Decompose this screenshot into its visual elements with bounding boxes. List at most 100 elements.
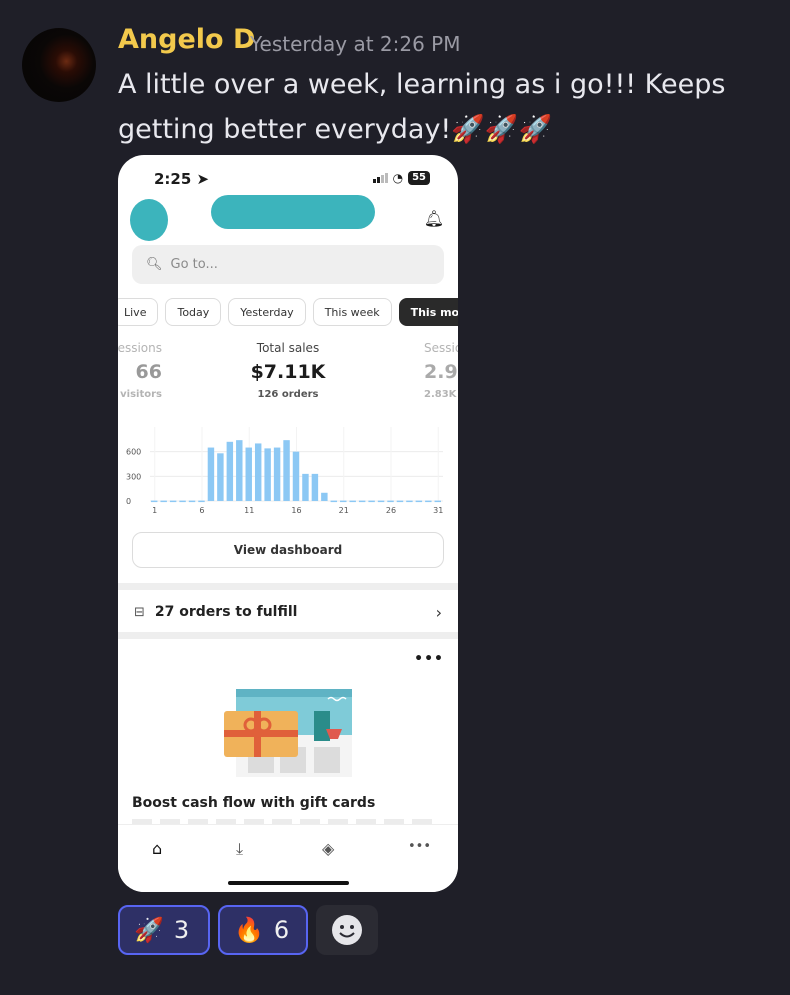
chart-bar — [198, 500, 205, 503]
view-dashboard-button[interactable]: View dashboard — [132, 532, 444, 568]
wifi-icon: ◔ — [392, 171, 404, 185]
attached-screenshot[interactable]: 2:25 ➤ ◔ 55 🔔︎ 🔍︎ Go to... Live Today Ye… — [118, 155, 458, 892]
chart-bar — [340, 500, 347, 503]
chart-bar — [368, 500, 375, 503]
chevron-right-icon: › — [435, 602, 442, 622]
total-sales-value: $7.11K — [250, 361, 326, 383]
chart-bar — [387, 500, 394, 503]
more-icon[interactable]: ••• — [408, 839, 431, 854]
chart-bar — [207, 447, 215, 501]
more-options-icon[interactable]: ••• — [414, 651, 444, 667]
chart-bar — [292, 451, 300, 501]
chart-bar — [179, 500, 186, 503]
status-icons: ◔ 55 — [372, 171, 430, 185]
orders-to-fulfill-row[interactable]: ⊟ 27 orders to fulfill › — [118, 591, 458, 633]
gift-card-illustration — [224, 689, 352, 777]
reaction-fire[interactable]: 🔥 6 — [218, 905, 308, 955]
inbox-icon: ⊟ — [134, 604, 145, 620]
promo-title: Boost cash flow with gift cards — [132, 795, 376, 811]
chart-bar — [358, 500, 366, 503]
message-text: A little over a week, learning as i go!!… — [118, 62, 778, 152]
chart-bar — [273, 447, 281, 501]
reaction-rocket[interactable]: 🚀 3 — [118, 905, 210, 955]
metric-right-label: Sessions — [424, 341, 458, 355]
message-timestamp: Yesterday at 2:26 PM — [250, 32, 461, 56]
add-reaction-button[interactable] — [316, 905, 378, 955]
chart-bar — [226, 441, 234, 501]
signal-icon — [372, 173, 388, 183]
chart-bar — [415, 500, 423, 503]
chip-this-month[interactable]: This month — [398, 298, 458, 326]
chart-bar — [406, 500, 413, 503]
sales-chart: 03006001 6 11 16 21 26 31 — [126, 427, 443, 515]
metric-left[interactable]: Sessions 66 visitors — [118, 341, 162, 400]
chart-bar — [151, 500, 158, 503]
tag-icon[interactable]: ◈ — [322, 839, 334, 858]
chart-bar — [425, 500, 432, 503]
metric-right-value: 2.94 — [424, 361, 458, 383]
chart-bar — [283, 440, 290, 501]
chart-x-tick: 1 — [152, 506, 157, 515]
chart-bar — [188, 500, 196, 503]
total-sales-orders: 126 orders — [257, 389, 319, 400]
chip-yesterday[interactable]: Yesterday — [228, 298, 306, 326]
section-divider — [118, 583, 458, 590]
metric-left-sub: visitors — [120, 389, 162, 400]
metric-right-sub: 2.83K — [424, 389, 457, 400]
chart-bar — [217, 453, 224, 501]
chart-bar — [264, 448, 271, 501]
chart-x-tick: 6 — [199, 506, 204, 515]
orders-to-fulfill-label: 27 orders to fulfill — [154, 604, 298, 620]
store-avatar-redacted — [130, 199, 168, 241]
chip-live[interactable]: Live — [118, 298, 159, 326]
home-indicator — [228, 881, 349, 885]
chart-bar — [396, 500, 404, 503]
metric-left-value: 66 — [135, 361, 162, 383]
metric-right[interactable]: Sessions 2.94 2.83K — [424, 341, 458, 400]
rocket-emojis: 🚀🚀🚀 — [451, 114, 553, 145]
date-range-chips: Live Today Yesterday This week This mont… — [118, 298, 458, 326]
chart-y-tick: 300 — [126, 472, 141, 481]
chart-x-tick: 11 — [244, 506, 254, 515]
chart-x-tick: 21 — [339, 506, 349, 515]
metric-total-sales[interactable]: Total sales $7.11K 126 orders — [228, 341, 348, 400]
status-time: 2:25 ➤ — [154, 170, 210, 188]
home-icon[interactable]: ⌂ — [152, 839, 162, 858]
search-icon: 🔍︎ — [146, 257, 163, 272]
reaction-count: 6 — [273, 916, 290, 944]
chart-bar — [434, 500, 441, 503]
chart-bar — [160, 500, 167, 503]
chart-bar — [349, 500, 356, 503]
total-sales-label: Total sales — [256, 341, 320, 355]
store-name-redacted — [211, 195, 375, 229]
chart-bar — [254, 443, 262, 501]
message-body: A little over a week, learning as i go!!… — [118, 69, 726, 145]
chart-bar — [245, 447, 252, 501]
user-avatar[interactable] — [22, 28, 96, 102]
battery-icon: 55 — [408, 171, 430, 185]
chart-bar — [311, 473, 319, 501]
chart-bar — [302, 473, 309, 501]
chart-x-tick: 31 — [433, 506, 443, 515]
chart-bar — [330, 500, 338, 503]
username[interactable]: Angelo D — [118, 24, 255, 55]
reaction-count: 3 — [173, 916, 190, 944]
chip-this-week[interactable]: This week — [312, 298, 392, 326]
rocket-icon: 🚀 — [134, 916, 164, 944]
chart-y-tick: 600 — [126, 448, 141, 457]
chart-x-tick: 26 — [386, 506, 396, 515]
chart-bar — [236, 440, 243, 501]
search-placeholder: Go to... — [170, 257, 218, 272]
fire-icon: 🔥 — [234, 916, 264, 944]
smiley-icon — [332, 915, 362, 945]
chart-y-tick: 0 — [126, 497, 131, 506]
chip-today[interactable]: Today — [165, 298, 222, 326]
orders-icon[interactable]: ⤓ — [236, 839, 243, 859]
metric-left-label: Sessions — [118, 341, 162, 355]
chart-bar — [377, 500, 385, 503]
bell-icon[interactable]: 🔔︎ — [424, 209, 444, 228]
section-divider — [118, 632, 458, 639]
search-input[interactable]: 🔍︎ Go to... — [132, 245, 444, 284]
chart-x-tick: 16 — [291, 506, 301, 515]
chart-bar — [321, 492, 328, 501]
